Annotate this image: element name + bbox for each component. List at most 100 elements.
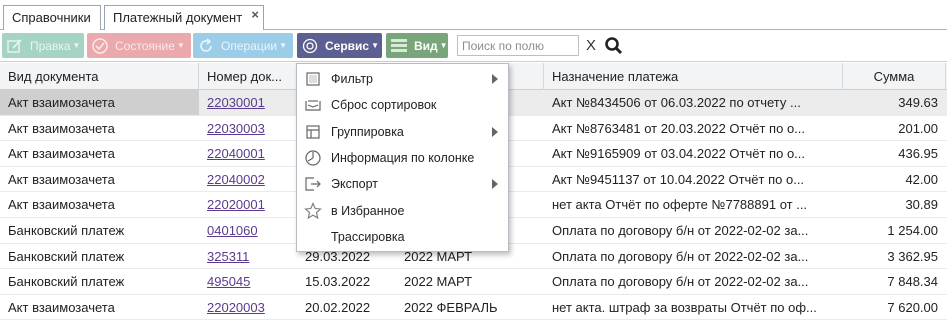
menu-item-label: в Избранное — [331, 203, 405, 218]
close-icon[interactable]: × — [251, 7, 259, 22]
cell-sum: 436.95 — [898, 146, 938, 162]
tab-payment-document[interactable]: Платежный документ × — [104, 5, 264, 30]
cell-sum: 7 620.00 — [887, 299, 938, 315]
cell-purpose: нет акта. штраф за возвраты Отчёт по оф.… — [552, 299, 817, 315]
grouping-icon — [303, 122, 323, 142]
cell-date: 15.03.2022 — [305, 274, 371, 290]
cell-purpose: Оплата по договору б/н от 2022-02-02 за.… — [552, 274, 809, 290]
cell-doc-number: 22030001 — [199, 90, 297, 115]
cell-doc-type: Акт взаимозачета — [8, 146, 115, 162]
cell-doc-number: 22040002 — [199, 167, 297, 192]
operations-button[interactable]: Операции ▼ — [193, 33, 293, 58]
doc-number-link[interactable]: 325311 — [207, 249, 249, 264]
cell-period: 2022 ФЕВРАЛЬ — [404, 299, 498, 315]
cell-date: 20.02.2022 — [305, 299, 371, 315]
list-icon — [388, 35, 410, 57]
clear-search-icon[interactable]: X — [586, 37, 596, 54]
cell-doc-number: 22030003 — [199, 116, 297, 141]
search-input[interactable] — [457, 35, 579, 56]
doc-number-link[interactable]: 22020003 — [207, 300, 265, 315]
toolbar: Правка ▼ Состояние ▼ Операции ▼ Сервис ▼ Вид… — [0, 31, 947, 62]
star-icon — [303, 201, 323, 221]
cell-period: 2022 МАРТ — [404, 274, 473, 290]
service-menu: Фильтр Сброс сортировок Группировка Информа… — [296, 63, 509, 252]
menu-item-export[interactable]: Экспорт — [297, 171, 508, 197]
cell-sum: 30.89 — [905, 197, 938, 213]
menu-item-star[interactable]: в Избранное — [297, 197, 508, 223]
menu-item-grouping[interactable]: Группировка — [297, 119, 508, 145]
state-button[interactable]: Состояние ▼ — [87, 33, 191, 58]
doc-number-link[interactable]: 22030003 — [207, 121, 265, 136]
column-header-purpose[interactable]: Назначение платежа — [544, 63, 843, 90]
menu-item-column-info[interactable]: Информация по колонке — [297, 145, 508, 171]
service-button[interactable]: Сервис ▼ — [297, 33, 382, 58]
menu-item-label: Информация по колонке — [331, 151, 475, 166]
cell-doc-number: 22020001 — [199, 192, 297, 217]
filter-icon — [303, 69, 323, 89]
menu-item-label: Сброс сортировок — [331, 98, 437, 113]
chevron-down-icon: ▼ — [176, 41, 185, 50]
cell-doc-type: Акт взаимозачета — [8, 197, 115, 213]
cell-sum: 1 254.00 — [887, 222, 938, 238]
doc-number-link[interactable]: 22040001 — [207, 146, 265, 161]
menu-item-label: Фильтр — [331, 72, 373, 87]
check-circle-icon — [89, 35, 111, 57]
menu-item-trace[interactable]: Трассировка — [297, 224, 508, 250]
submenu-arrow-icon — [492, 126, 498, 137]
doc-number-link[interactable]: 22040002 — [207, 172, 265, 187]
column-header-doc-type[interactable]: Вид документа — [0, 63, 199, 90]
edit-button[interactable]: Правка ▼ — [2, 33, 84, 58]
state-label: Состояние — [115, 38, 175, 53]
doc-number-link[interactable]: 22020001 — [207, 197, 265, 212]
cell-doc-type: Акт взаимозачета — [0, 90, 199, 115]
operations-label: Операции — [221, 38, 278, 53]
cell-purpose: Акт №8434506 от 06.03.2022 по отчету ... — [552, 95, 801, 110]
doc-number-link[interactable]: 0401060 — [207, 223, 258, 238]
cell-purpose: нет акта Отчёт по оферте №7788891 от ... — [552, 197, 808, 213]
chevron-down-icon: ▼ — [279, 41, 288, 50]
view-label: Вид — [414, 38, 438, 53]
cell-purpose: Акт №8763481 от 20.03.2022 Отчёт по о... — [552, 120, 806, 136]
cell-sum: 349.63 — [898, 95, 938, 110]
tab-directories[interactable]: Справочники — [3, 5, 101, 30]
tab-label: Справочники — [12, 10, 91, 25]
tab-bar: Справочники Платежный документ × — [0, 0, 947, 30]
cell-purpose: Оплата по договору б/н от 2022-02-02 за.… — [552, 248, 809, 264]
cell-doc-number: 22020003 — [199, 295, 297, 320]
column-header-sum[interactable]: Сумма — [843, 63, 946, 90]
cell-doc-type: Акт взаимозачета — [8, 120, 115, 136]
edit-label: Правка — [30, 38, 71, 53]
doc-number-link[interactable]: 22030001 — [207, 95, 265, 110]
cell-doc-type: Банковский платеж — [8, 248, 125, 264]
cell-doc-number: 22040001 — [199, 141, 297, 166]
menu-item-label: Трассировка — [331, 229, 405, 244]
cell-doc-number: 495045 — [199, 269, 297, 294]
search-icon[interactable] — [604, 36, 624, 56]
doc-number-link[interactable]: 495045 — [207, 274, 250, 289]
gear-icon — [299, 35, 321, 57]
table-row[interactable]: Акт взаимозачета 22020003 20.02.2022 2022 Ф… — [0, 295, 947, 320]
chevron-down-icon: ▼ — [72, 41, 81, 50]
view-button[interactable]: Вид ▼ — [386, 33, 448, 58]
cell-doc-number: 0401060 — [199, 218, 297, 243]
reset-sort-icon — [303, 95, 323, 115]
chevron-down-icon: ▼ — [439, 41, 448, 50]
cell-sum: 3 362.95 — [887, 248, 938, 264]
table-row[interactable]: Банковский платеж 495045 15.03.2022 2022 МА… — [0, 269, 947, 295]
refresh-icon — [195, 35, 217, 57]
menu-item-reset-sort[interactable]: Сброс сортировок — [297, 92, 508, 118]
column-info-icon — [303, 148, 323, 168]
cell-purpose: Оплата по договору б/н от 2022-02-02 за.… — [552, 222, 809, 238]
cell-purpose: Акт №9165909 от 03.04.2022 Отчёт по о... — [552, 146, 806, 162]
cell-doc-number: 325311 — [199, 244, 297, 269]
cell-purpose: Акт №9451137 от 10.04.2022 Отчёт по о... — [552, 171, 805, 187]
cell-doc-type: Акт взаимозачета — [8, 299, 115, 315]
menu-item-filter[interactable]: Фильтр — [297, 66, 508, 92]
pencil-icon — [4, 35, 26, 57]
cell-sum: 42.00 — [905, 171, 938, 187]
menu-item-label: Экспорт — [331, 177, 378, 192]
column-header-doc-number[interactable]: Номер док... — [199, 63, 297, 90]
cell-doc-type: Банковский платеж — [8, 222, 125, 238]
empty-icon-slot — [303, 227, 323, 247]
cell-sum: 201.00 — [898, 120, 938, 136]
